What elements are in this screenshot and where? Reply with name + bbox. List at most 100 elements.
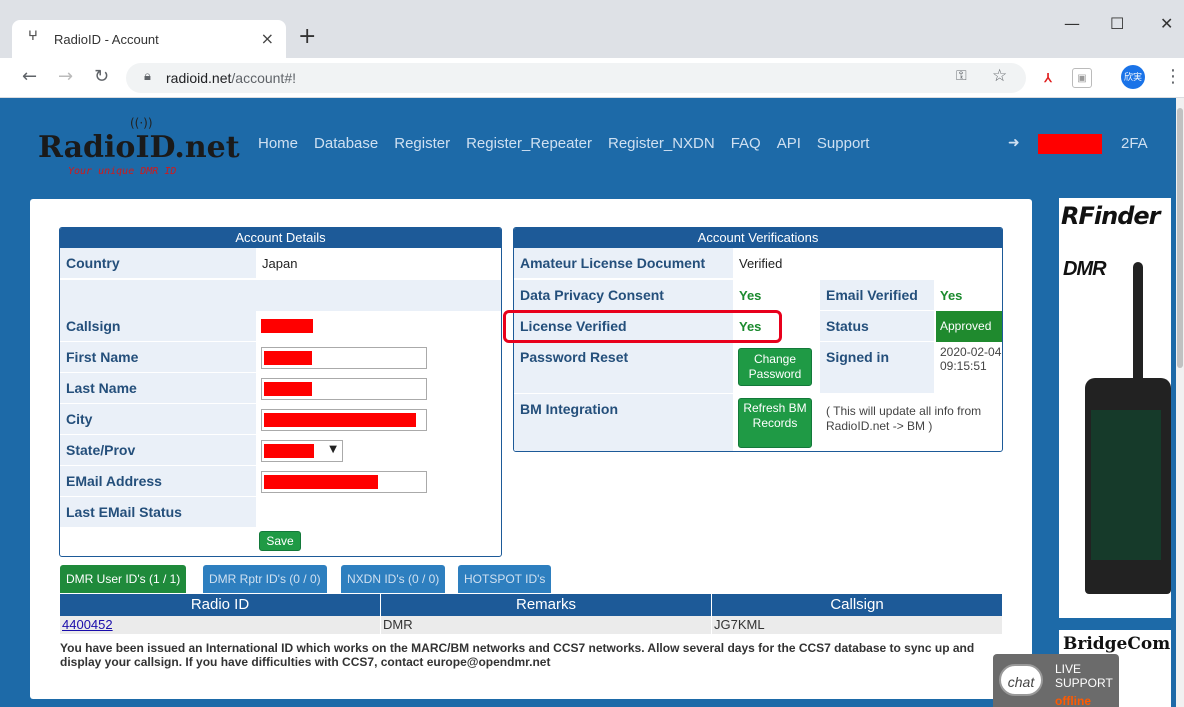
last-name-input[interactable]: [261, 378, 427, 400]
logo-text: RadioID.net: [38, 130, 240, 165]
tab-hotspot-ids[interactable]: HOTSPOT ID's: [458, 565, 552, 593]
privacy-label: Data Privacy Consent: [514, 280, 733, 311]
extension-icon[interactable]: ▣: [1072, 68, 1092, 88]
email-input[interactable]: [261, 471, 427, 493]
bookmark-star-icon[interactable]: ☆: [992, 66, 1007, 86]
nav-register[interactable]: Register: [394, 135, 450, 152]
first-name-label: First Name: [60, 342, 256, 373]
radio-antenna: [1133, 262, 1143, 382]
state-label: State/Prov: [60, 435, 256, 466]
license-doc-value: Verified: [739, 256, 783, 271]
signed-in-value: 2020-02-04 09:15:51: [940, 345, 1002, 373]
pdf-extension-icon[interactable]: ⅄: [1038, 68, 1058, 88]
nav-faq[interactable]: FAQ: [731, 135, 761, 152]
menu-kebab-icon[interactable]: ⋮: [1164, 66, 1182, 87]
back-icon[interactable]: ←: [22, 66, 37, 87]
profile-avatar[interactable]: 欣実: [1121, 65, 1145, 89]
live-support-chat[interactable]: chat LIVE SUPPORT offline: [993, 654, 1119, 707]
col-radio-id: Radio ID: [60, 594, 380, 616]
top-nav: Home Database Register Register_Repeater Reg…: [258, 135, 885, 152]
radio-screen: [1091, 410, 1161, 560]
col-remarks: Remarks: [381, 594, 711, 616]
nav-database[interactable]: Database: [314, 135, 378, 152]
key-icon[interactable]: ⚿: [956, 68, 967, 84]
tab-nxdn-ids[interactable]: NXDN ID's (0 / 0): [341, 565, 446, 593]
change-password-button[interactable]: Change Password: [738, 348, 812, 386]
country-label: Country: [60, 248, 256, 279]
city-label: City: [60, 404, 256, 435]
antenna-icon: ((·)): [130, 116, 153, 130]
forward-icon[interactable]: →: [58, 66, 73, 87]
city-input[interactable]: [261, 409, 427, 431]
email-verified-label: Email Verified: [820, 280, 934, 311]
last-name-label: Last Name: [60, 373, 256, 404]
remarks-cell: DMR: [381, 616, 711, 634]
rfinder-ad[interactable]: RFinder DMR: [1059, 198, 1171, 618]
browser-tabbar: ⵖ RadioID - Account × + — ☐ ✕: [0, 0, 1184, 58]
antenna-favicon-icon: ⵖ: [28, 29, 38, 44]
account-details-title: Account Details: [60, 228, 501, 248]
chevron-down-icon: ▼: [329, 444, 337, 455]
redacted-callsign: [261, 319, 313, 333]
privacy-value: Yes: [739, 288, 762, 303]
url-field[interactable]: 🔒︎ radioid.net/account#! ⚿ ☆: [126, 63, 1026, 93]
table-row: 4400452: [60, 616, 380, 634]
tab-title: RadioID - Account: [54, 32, 159, 47]
save-button[interactable]: Save: [259, 531, 301, 551]
radio-id-link[interactable]: 4400452: [62, 617, 113, 632]
url-path: /account#!: [231, 70, 296, 86]
tab-dmr-rptr-ids[interactable]: DMR Rptr ID's (0 / 0): [203, 565, 327, 593]
chat-line1: LIVE: [1055, 662, 1082, 676]
callsign-cell: JG7KML: [712, 616, 1002, 634]
dmr-brand: DMR: [1063, 258, 1107, 280]
reload-icon[interactable]: ↻: [94, 66, 109, 87]
password-reset-label: Password Reset: [514, 342, 733, 394]
chat-status: offline: [1055, 694, 1091, 707]
page-scrollbar[interactable]: [1176, 98, 1184, 707]
nav-register-nxdn[interactable]: Register_NXDN: [608, 135, 715, 152]
spacer-row: [60, 280, 501, 311]
status-label: Status: [820, 311, 934, 342]
lock-icon: 🔒︎: [144, 69, 151, 84]
chat-line2: SUPPORT: [1055, 676, 1113, 690]
nav-home[interactable]: Home: [258, 135, 298, 152]
bm-integration-label: BM Integration: [514, 394, 733, 451]
minimize-icon[interactable]: —: [1064, 14, 1080, 33]
license-doc-label: Amateur License Document: [514, 248, 733, 279]
url-host: radioid.net: [166, 70, 232, 86]
site-page: ((·)) RadioID.net Your unique DMR ID Hom…: [0, 98, 1176, 707]
nav-2fa[interactable]: 2FA: [1121, 135, 1148, 152]
site-logo[interactable]: ((·)) RadioID.net Your unique DMR ID: [38, 116, 240, 182]
window-close-icon[interactable]: ✕: [1160, 14, 1173, 33]
license-verified-highlight: [503, 310, 782, 343]
maximize-icon[interactable]: ☐: [1110, 14, 1124, 33]
chat-bubble-icon: chat: [999, 664, 1043, 696]
country-value: Japan: [262, 256, 298, 271]
bridgecom-brand: BridgeCom: [1063, 634, 1171, 654]
nav-support[interactable]: Support: [817, 135, 870, 152]
logo-tagline: Your unique DMR ID: [68, 166, 177, 177]
email-label: EMail Address: [60, 466, 256, 497]
scrollbar-thumb[interactable]: [1177, 108, 1183, 368]
nav-api[interactable]: API: [777, 135, 801, 152]
browser-tab[interactable]: ⵖ RadioID - Account ×: [12, 20, 286, 58]
col-callsign: Callsign: [712, 594, 1002, 616]
refresh-bm-button[interactable]: Refresh BM Records: [738, 398, 812, 448]
state-select[interactable]: ▼: [261, 440, 343, 462]
signed-in-label: Signed in: [820, 342, 934, 394]
tab-dmr-user-ids[interactable]: DMR User ID's (1 / 1): [60, 565, 187, 593]
status-badge: Approved: [936, 311, 1002, 342]
rfinder-brand: RFinder: [1061, 202, 1160, 230]
callsign-label: Callsign: [60, 311, 256, 342]
nav-register-repeater[interactable]: Register_Repeater: [466, 135, 592, 152]
bm-note: ( This will update all info from RadioID…: [826, 404, 982, 433]
address-bar: ← → ↻ 🔒︎ radioid.net/account#! ⚿ ☆ ⅄ ▣ 欣…: [0, 58, 1184, 98]
account-verifications-title: Account Verifications: [514, 228, 1002, 248]
last-email-status-label: Last EMail Status: [60, 497, 256, 528]
id-table: Radio ID Remarks Callsign 4400452 DMR JG…: [60, 594, 1002, 634]
logout-icon[interactable]: ➜: [1008, 135, 1020, 151]
new-tab-button[interactable]: +: [298, 24, 316, 49]
redacted-username[interactable]: [1038, 134, 1102, 154]
tab-close-icon[interactable]: ×: [261, 29, 274, 48]
first-name-input[interactable]: [261, 347, 427, 369]
